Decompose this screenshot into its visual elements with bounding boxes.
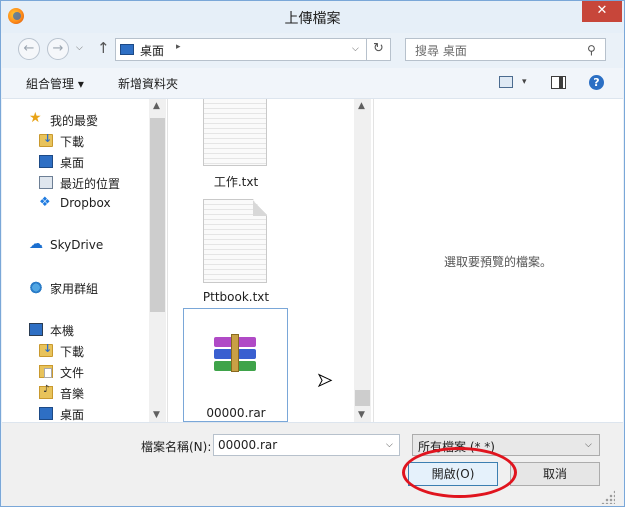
nav-item-label: 本機	[50, 324, 75, 338]
up-folder-button[interactable]: ↑	[97, 39, 110, 57]
computer-icon	[29, 323, 43, 336]
file-scroll-down-icon[interactable]: ▼	[358, 410, 365, 420]
file-list-scrollbar[interactable]	[354, 99, 371, 422]
search-placeholder: 搜尋 桌面	[415, 44, 467, 58]
archive-strap	[231, 334, 239, 372]
command-toolbar: 組合管理 ▾ 新增資料夾 ▾ ?	[2, 68, 623, 99]
nav-item-label: 下載	[60, 345, 85, 359]
breadcrumb-arrow-icon[interactable]: ▸	[176, 42, 181, 52]
star-icon: ★	[29, 110, 42, 126]
nav-item-label: 文件	[60, 366, 85, 380]
nav-item-label: 家用群組	[50, 282, 99, 296]
address-location[interactable]: 桌面	[140, 42, 164, 59]
filename-label: 檔案名稱(N):	[141, 440, 212, 454]
search-input[interactable]: 搜尋 桌面 ⚲	[405, 38, 606, 61]
mouse-cursor-icon: ➤	[316, 370, 333, 392]
file-scroll-up-icon[interactable]: ▲	[358, 101, 365, 111]
nav-item-label: SkyDrive	[50, 238, 104, 252]
file-name[interactable]: 00000.rar	[184, 406, 288, 420]
file-name[interactable]: Pttbook.txt	[184, 290, 288, 304]
navigation-pane	[2, 99, 167, 422]
downloads-folder-icon	[39, 342, 53, 357]
homegroup-icon	[29, 281, 43, 294]
nav-scroll-up-icon[interactable]: ▲	[153, 101, 160, 111]
nav-scrollbar-thumb[interactable]	[150, 118, 165, 312]
page-fold-icon	[253, 199, 267, 216]
forward-button[interactable]: →	[47, 38, 69, 60]
view-options-dropdown-icon[interactable]: ▾	[522, 77, 527, 87]
address-dropdown-icon[interactable]: ⌵	[352, 44, 359, 54]
desktop-icon	[120, 44, 134, 55]
new-folder-button[interactable]: 新增資料夾	[118, 75, 178, 92]
filename-dropdown-icon[interactable]: ⌵	[386, 440, 393, 450]
file-list-scrollbar-thumb[interactable]	[355, 390, 370, 406]
desktop-icon	[39, 155, 53, 168]
dropbox-icon: ❖	[39, 195, 51, 210]
nav-item-label: 我的最愛	[50, 114, 99, 128]
nav-item-label: 音樂	[60, 387, 85, 401]
highlight-annotation	[402, 447, 517, 498]
recent-locations-dropdown-icon[interactable]: ⌵	[76, 43, 83, 53]
recent-places-icon	[39, 176, 53, 189]
nav-item-label: 桌面	[60, 408, 85, 422]
nav-item-label: 最近的位置	[60, 177, 121, 191]
preview-message: 選取要預覽的檔案。	[443, 255, 552, 269]
filename-value[interactable]: 00000.rar	[218, 438, 277, 452]
desktop-icon	[39, 407, 53, 420]
address-bar[interactable]: 桌面 ▸ ⌵	[115, 38, 367, 61]
music-folder-icon	[39, 384, 53, 399]
upload-file-dialog: 上傳檔案 ✕ ← → ⌵ ↑ 桌面 ▸ ⌵ ↻ 搜尋 桌面 ⚲ 組合管理 ▾ 新…	[0, 0, 625, 507]
help-icon[interactable]: ?	[589, 75, 604, 90]
nav-item-label: Dropbox	[60, 196, 111, 210]
skydrive-icon: ☁	[29, 236, 43, 252]
nav-item-label: 下載	[60, 135, 85, 149]
documents-folder-icon	[39, 365, 53, 378]
refresh-button[interactable]: ↻	[367, 38, 391, 61]
downloads-folder-icon	[39, 132, 53, 147]
nav-item-label: 桌面	[60, 156, 85, 170]
title-bar: 上傳檔案 ✕	[1, 1, 624, 33]
winrar-archive-icon[interactable]	[214, 334, 256, 372]
back-button[interactable]: ←	[18, 38, 40, 60]
preview-pane-icon[interactable]	[551, 76, 566, 89]
text-file-icon[interactable]	[203, 99, 267, 166]
search-icon[interactable]: ⚲	[587, 43, 596, 57]
file-type-dropdown-icon[interactable]: ⌵	[585, 440, 592, 450]
organize-button[interactable]: 組合管理 ▾	[26, 75, 84, 92]
filename-input[interactable]: 00000.rar ⌵	[213, 434, 400, 456]
cancel-button[interactable]: 取消	[510, 462, 600, 486]
change-view-icon[interactable]	[499, 76, 513, 88]
dialog-title: 上傳檔案	[284, 11, 341, 27]
nav-scroll-down-icon[interactable]: ▼	[153, 410, 160, 420]
close-button[interactable]: ✕	[582, 1, 622, 22]
file-name[interactable]: 工作.txt	[184, 173, 288, 190]
